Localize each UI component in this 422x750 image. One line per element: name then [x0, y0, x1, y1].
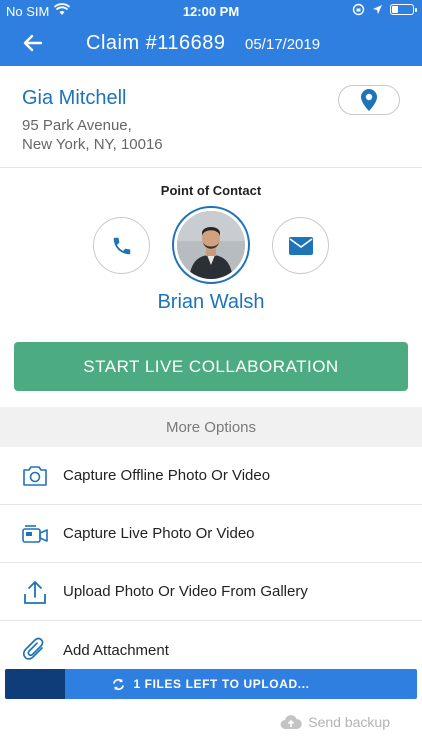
battery-icon — [390, 4, 417, 15]
claim-title: Claim #116689 — [86, 32, 226, 54]
cloud-upload-icon — [280, 715, 303, 729]
status-right-icons — [352, 3, 417, 16]
option-label: Capture Offline Photo Or Video — [63, 467, 271, 484]
phone-icon — [113, 237, 130, 254]
capture-live-option[interactable]: Capture Live Photo Or Video — [0, 505, 422, 563]
upload-icon — [21, 578, 49, 606]
location-button[interactable] — [338, 85, 400, 115]
upload-gallery-option[interactable]: Upload Photo Or Video From Gallery — [0, 563, 422, 621]
contact-avatar — [172, 206, 250, 284]
claim-date: 05/17/2019 — [245, 36, 321, 53]
orientation-lock-icon — [352, 3, 365, 16]
upload-status-text: 1 FILES LEFT TO UPLOAD... — [133, 677, 310, 691]
point-of-contact-label: Point of Contact — [160, 183, 262, 198]
start-live-collaboration-button[interactable]: START LIVE COLLABORATION — [14, 342, 408, 391]
option-label: Capture Live Photo Or Video — [63, 525, 255, 542]
option-label: Upload Photo Or Video From Gallery — [63, 583, 308, 600]
map-pin-icon — [361, 89, 377, 111]
paperclip-icon — [21, 636, 49, 664]
app-header: No SIM 12:00 PM Claim #116689 05/17/2019 — [0, 0, 422, 66]
option-label: Add Attachment — [63, 641, 169, 659]
upload-status: 1 FILES LEFT TO UPLOAD... — [5, 669, 417, 699]
customer-section: Gia Mitchell 95 Park Avenue, New York, N… — [0, 66, 422, 168]
live-video-icon — [21, 520, 49, 548]
contact-name: Brian Walsh — [157, 291, 265, 313]
send-backup-label: Send backup — [308, 714, 390, 730]
upload-status-bar[interactable]: 1 FILES LEFT TO UPLOAD... — [5, 669, 417, 699]
location-arrow-icon — [373, 5, 382, 14]
address-line-2: New York, NY, 10016 — [22, 136, 163, 153]
contact-photo — [177, 211, 245, 279]
email-button[interactable] — [272, 217, 329, 274]
customer-name: Gia Mitchell — [22, 87, 127, 109]
capture-offline-option[interactable]: Capture Offline Photo Or Video — [0, 447, 422, 505]
customer-address: 95 Park Avenue, New York, NY, 10016 — [22, 116, 163, 154]
camera-icon — [21, 462, 49, 490]
back-button[interactable] — [20, 30, 46, 56]
more-options-header: More Options — [0, 407, 422, 447]
sync-icon — [113, 678, 125, 690]
envelope-icon — [288, 236, 313, 255]
call-button[interactable] — [93, 217, 150, 274]
send-backup-button[interactable]: Send backup — [280, 714, 390, 730]
back-arrow-icon — [23, 34, 43, 52]
status-bar: No SIM 12:00 PM — [0, 0, 422, 22]
address-line-1: 95 Park Avenue, — [22, 117, 132, 134]
